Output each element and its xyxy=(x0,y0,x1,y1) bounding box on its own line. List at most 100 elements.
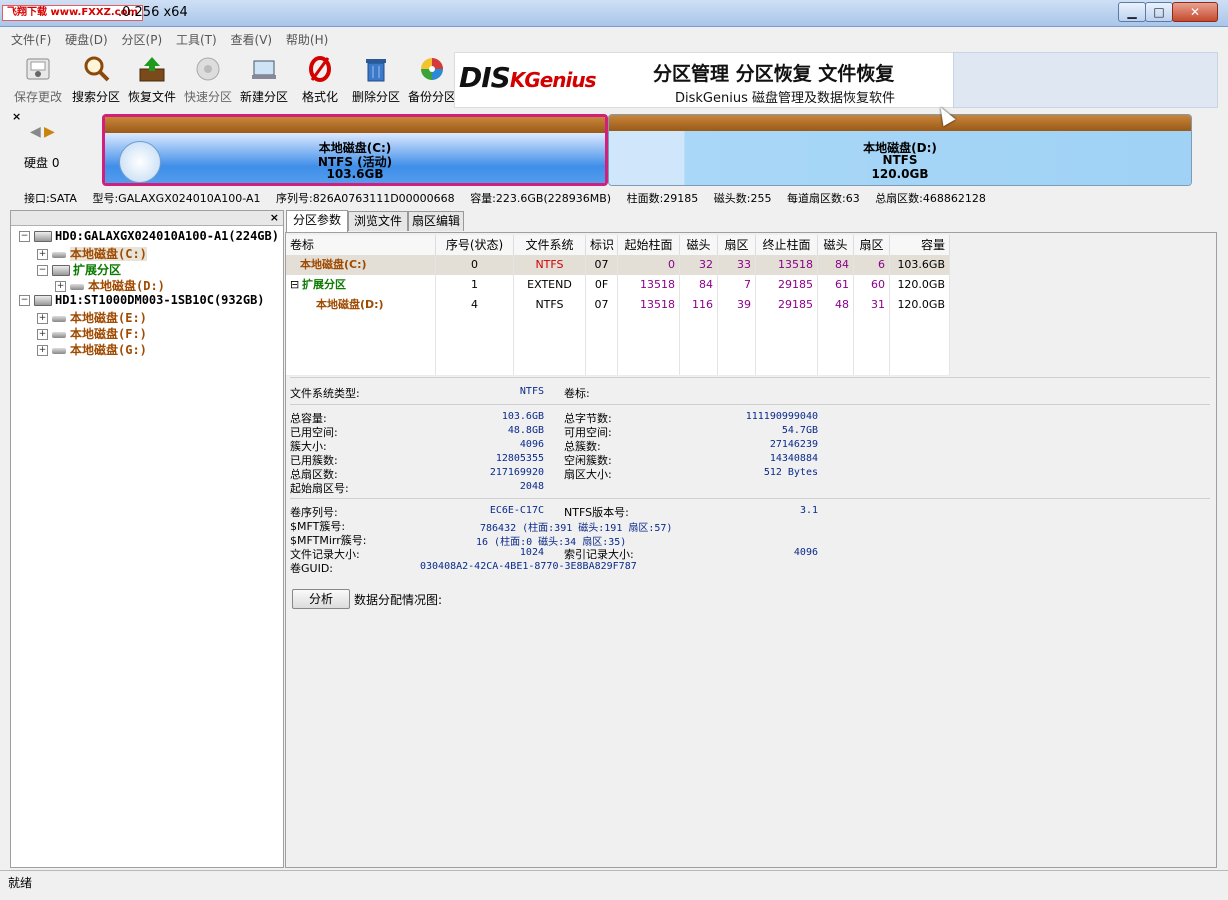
table-cell: 0 xyxy=(618,255,680,275)
fs-info-value: 27146239 xyxy=(769,439,818,450)
column-header[interactable]: 标识 xyxy=(586,235,618,255)
menu-help[interactable]: 帮助(H) xyxy=(281,29,333,50)
disk-interface: 接口:SATA xyxy=(24,192,77,205)
partition-label-cell: 本地磁盘(C:) xyxy=(286,255,436,275)
table-cell: NTFS xyxy=(514,255,586,275)
expand-icon[interactable]: + xyxy=(37,313,48,324)
minimize-button[interactable]: ▁ xyxy=(1118,2,1146,22)
table-cell: 07 xyxy=(586,295,618,315)
column-header[interactable]: 扇区 xyxy=(854,235,890,255)
serial-value: EC6E-C17C xyxy=(489,505,544,516)
recover-file-icon xyxy=(139,57,165,82)
next-disk-arrow-icon[interactable]: ▶ xyxy=(44,124,55,140)
format-button[interactable]: 格式化 xyxy=(292,52,348,106)
quick-partition-button[interactable]: 快速分区 xyxy=(180,52,236,106)
collapse-icon[interactable]: − xyxy=(19,231,30,242)
table-row[interactable]: 本地磁盘(D:) 4 NTFS 07 13518 116 39 29185 48 31 120.0G… xyxy=(286,295,950,316)
tree-node[interactable]: + 本地磁盘(G:) xyxy=(37,341,147,357)
table-cell: 103.6GB xyxy=(890,255,950,275)
column-header[interactable]: 起始柱面 xyxy=(618,235,680,255)
tree-node[interactable]: − 扩展分区 xyxy=(37,261,121,277)
table-cell: 13518 xyxy=(618,295,680,315)
new-partition-button[interactable]: 新建分区 xyxy=(236,52,292,106)
analyze-button[interactable]: 分析 xyxy=(292,589,350,609)
column-header[interactable]: 文件系统 xyxy=(514,235,586,255)
tree-node[interactable]: + 本地磁盘(C:) xyxy=(37,245,147,261)
tree-node[interactable]: + 本地磁盘(D:) xyxy=(55,277,165,293)
table-cell: 120.0GB xyxy=(890,275,950,295)
tree-node-label: 本地磁盘(F:) xyxy=(70,327,147,341)
search-partition-icon xyxy=(84,56,110,82)
delete-partition-button[interactable]: 删除分区 xyxy=(348,52,404,106)
fs-info-label: 扇区大小: xyxy=(564,468,612,481)
disk-capacity: 容量:223.6GB(228936MB) xyxy=(470,192,612,205)
tree-node[interactable]: + 本地磁盘(F:) xyxy=(37,325,147,341)
expand-icon[interactable]: + xyxy=(55,281,66,292)
empty-table-row xyxy=(286,355,950,376)
table-cell: EXTEND xyxy=(514,275,586,295)
column-header[interactable]: 卷标 xyxy=(286,235,436,255)
column-header[interactable]: 终止柱面 xyxy=(756,235,818,255)
table-cell: 0F xyxy=(586,275,618,295)
table-row[interactable]: ⊟ 扩展分区 1 EXTEND 0F 13518 84 7 29185 61 60 120.0GB xyxy=(286,275,950,296)
table-cell: 29185 xyxy=(756,295,818,315)
prev-disk-arrow-icon[interactable]: ◀ xyxy=(30,124,41,140)
ntfs-version-label: NTFS版本号: xyxy=(564,506,629,519)
menu-view[interactable]: 查看(V) xyxy=(226,29,278,50)
column-header[interactable]: 磁头 xyxy=(818,235,854,255)
table-cell: 4 xyxy=(436,295,514,315)
save-changes-button[interactable]: 保存更改 xyxy=(10,52,66,106)
banner-slogan: 分区管理 分区恢复 文件恢复 xyxy=(653,63,895,85)
tree-node[interactable]: − HD1:ST1000DM003-1SB10C(932GB) xyxy=(19,293,265,309)
table-row[interactable]: 本地磁盘(C:) 0 NTFS 07 0 32 33 13518 84 6 103.6GB xyxy=(286,255,950,275)
expand-icon[interactable]: + xyxy=(37,345,48,356)
collapse-icon[interactable]: − xyxy=(19,295,30,306)
menu-tools[interactable]: 工具(T) xyxy=(171,29,222,50)
mft-value: 786432 (柱面:391 磁头:191 扇区:57) xyxy=(480,523,673,534)
maximize-button[interactable]: □ xyxy=(1145,2,1173,22)
partition-block-d[interactable]: 本地磁盘(D:) NTFS 120.0GB xyxy=(608,114,1192,186)
expand-icon[interactable]: + xyxy=(37,329,48,340)
fs-info-value: 48.8GB xyxy=(507,425,544,436)
menu-file[interactable]: 文件(F) xyxy=(6,29,56,50)
column-header[interactable]: 容量 xyxy=(890,235,950,255)
tab-partition-params[interactable]: 分区参数 xyxy=(286,210,348,232)
tree-node-label: 扩展分区 xyxy=(73,263,122,277)
tree-node[interactable]: − HD0:GALAXGX024010A100-A1(224GB) xyxy=(19,229,279,245)
disk-total-sectors: 总扇区数:468862128 xyxy=(875,192,986,205)
empty-table-row xyxy=(286,315,950,336)
menu-partition[interactable]: 分区(P) xyxy=(117,29,168,50)
backup-partition-icon xyxy=(421,58,443,80)
toolbar: 保存更改 搜索分区 恢复文件 快速分区 新建分区 格式化 删除分区 备份分区 xyxy=(10,52,456,106)
tab-sector-edit[interactable]: 扇区编辑 xyxy=(408,211,464,231)
menu-disk[interactable]: 硬盘(D) xyxy=(60,29,113,50)
tree-node[interactable]: + 本地磁盘(E:) xyxy=(37,309,147,325)
table-cell: 84 xyxy=(818,255,854,275)
table-cell: 120.0GB xyxy=(890,295,950,315)
fs-info-label: 起始扇区号: xyxy=(290,482,349,495)
collapse-icon[interactable]: ⊟ xyxy=(290,275,302,295)
search-partition-button[interactable]: 搜索分区 xyxy=(68,52,124,106)
partition-block-c[interactable]: 本地磁盘(C:) NTFS (活动) 103.6GB xyxy=(102,114,608,186)
column-header[interactable]: 扇区 xyxy=(718,235,756,255)
backup-partition-button[interactable]: 备份分区 xyxy=(404,52,460,106)
recover-file-button[interactable]: 恢复文件 xyxy=(124,52,180,106)
tab-browse-files[interactable]: 浏览文件 xyxy=(348,211,408,231)
disk-tree-panel: × − HD0:GALAXGX024010A100-A1(224GB) + 本地磁盘(… xyxy=(10,210,284,868)
collapse-icon[interactable]: − xyxy=(37,265,48,276)
volume-guid-label: 卷GUID: xyxy=(290,562,333,575)
partition-d-size: 120.0GB xyxy=(871,167,929,181)
column-header[interactable]: 序号(状态) xyxy=(436,235,514,255)
index-record-size-value: 4096 xyxy=(793,547,818,558)
column-header[interactable]: 磁头 xyxy=(680,235,718,255)
menu-bar: 文件(F) 硬盘(D) 分区(P) 工具(T) 查看(V) 帮助(H) xyxy=(6,29,333,49)
close-icon[interactable]: × xyxy=(270,211,279,224)
expand-icon[interactable]: + xyxy=(37,249,48,260)
table-cell: 116 xyxy=(680,295,718,315)
close-button[interactable]: ✕ xyxy=(1172,2,1218,22)
close-icon[interactable]: × xyxy=(12,110,21,123)
fs-info-value: 111190999040 xyxy=(745,411,818,422)
table-cell: 39 xyxy=(718,295,756,315)
table-cell: 60 xyxy=(854,275,890,295)
tree-panel-header: × xyxy=(11,211,283,226)
